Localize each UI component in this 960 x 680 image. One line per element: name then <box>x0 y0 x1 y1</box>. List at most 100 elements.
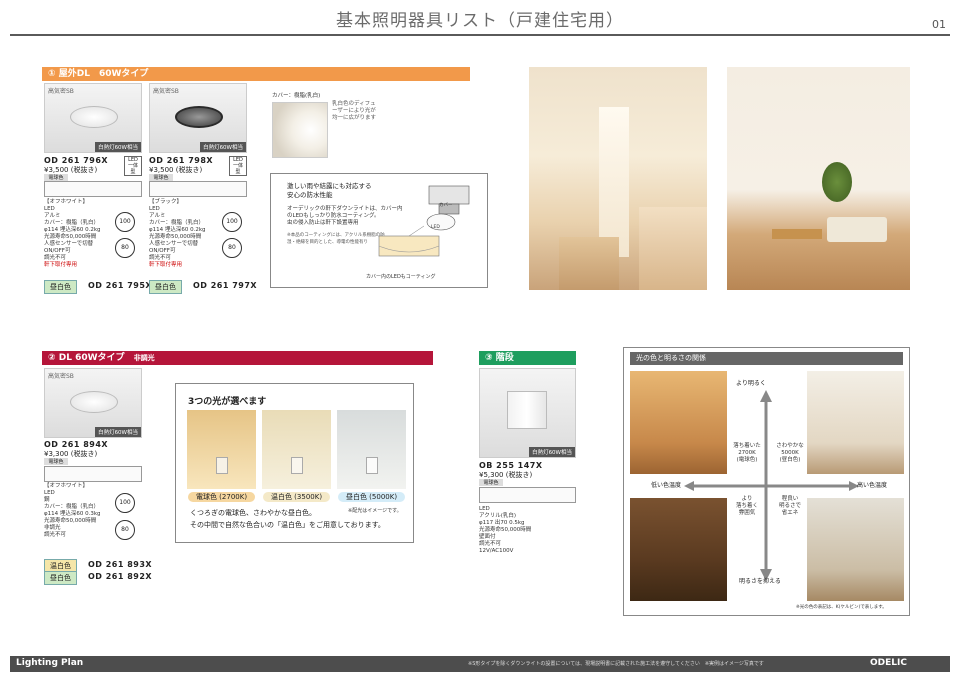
color-relation-box: 光の色と明るさの関係 より明るく 明るさを抑える 低い色温度 高い色温度 落ち着… <box>623 347 910 616</box>
spec-list: LED アルミ カバー：樹脂（乳白） φ114 埋込深60 0.2kg 光源寿命… <box>44 206 110 269</box>
spec-item: 壁面付 <box>479 534 496 540</box>
product-tag: 高気密SB <box>48 88 74 95</box>
spec-list: LED 鋼 カバー：樹脂（乳白） φ114 埋込深60 0.3kg 光源寿命50… <box>44 490 110 539</box>
product-image-od261798x: 高気密SB 白熱灯60W相当 <box>149 83 247 153</box>
low-warm-label: より 落ち着く 雰囲気 <box>735 496 758 516</box>
hallway-photo <box>529 67 707 290</box>
waterproof-feature-box: 激しい雨や結露にも対応する 安心の防水性能 オーデリックの軒下ダウンライトは、カ… <box>270 173 488 288</box>
section3-header: ③ 階段 <box>479 351 576 365</box>
spec-item: φ114 埋込深60 0.2kg <box>149 227 206 233</box>
sofa <box>827 217 887 242</box>
spec-item: LED <box>44 490 55 496</box>
title-divider <box>10 34 950 36</box>
cover-note: 乳白色のディフューザーにより光が均一に広がります <box>332 101 377 121</box>
spec-item: アルミ <box>44 213 61 219</box>
variant-chip: 電球色 <box>479 479 503 486</box>
variant-chip: 電球色 <box>149 174 173 181</box>
spec-item: 光源寿命50,000時間 <box>44 518 97 524</box>
product-foot: 白熱灯60W相当 <box>200 142 246 152</box>
spec-table <box>479 487 576 503</box>
spec-item: LED <box>479 506 490 512</box>
spec-item: φ117 出70 0.5kg <box>479 520 525 526</box>
product-code: OD 261 798X <box>149 156 214 165</box>
ip-rating-icon: 100 <box>115 493 135 513</box>
photo-warm-dim <box>630 498 727 601</box>
product-finish: 【ブラック】 <box>149 199 183 205</box>
horizontal-arrow-icon <box>684 481 859 491</box>
cool-swatch <box>337 410 406 489</box>
spec-item: 光源寿命50,000時間 <box>149 234 202 240</box>
product-tag: 高気密SB <box>153 88 179 95</box>
spec-list: LED アルミ カバー：樹脂（乳白） φ114 埋込深60 0.2kg 光源寿命… <box>149 206 215 269</box>
living-room-photo <box>727 67 910 290</box>
three-lights-text2: その中間で自然な色合いの「温白色」をご用意しております。 <box>190 521 385 529</box>
variant-label: 昼白色 <box>44 280 77 294</box>
spec-item: 調光不可 <box>44 532 67 538</box>
footer-note: ※S形タイプを除くダウンライトの設置については、現場説明書に記載された施工法を遵… <box>468 661 764 667</box>
photo-cool-bright <box>807 371 904 474</box>
photo-warm-bright <box>630 371 727 474</box>
cover-label: カバー：樹脂(乳白) <box>272 93 321 99</box>
diagram-label-led: LED <box>431 225 440 230</box>
beam-angle-icon: 80 <box>115 238 135 258</box>
product-code: OD 261 796X <box>44 156 109 165</box>
spec-item: カバー：樹脂（乳白） <box>44 504 100 510</box>
axis-right-label: 高い色温度 <box>857 482 888 489</box>
variant-label: 昼白色 <box>44 571 77 585</box>
chip-2700k: 電球色 (2700K) <box>188 492 255 502</box>
downlight-diagram-icon <box>378 185 470 257</box>
color-relation-note: ※光の色の表記は、K(ケルビン)で表します。 <box>796 605 887 610</box>
section2-title: ② DL 60Wタイプ <box>48 353 125 363</box>
spec-item: 調光不可 <box>44 255 67 261</box>
floor <box>559 237 619 290</box>
product-foot: 白熱灯60W相当 <box>529 447 575 457</box>
variant-label: 昼白色 <box>149 280 182 294</box>
spec-item: ON/OFF可 <box>44 248 71 254</box>
switch-icon <box>216 457 228 474</box>
variant-code: OD 261 795X <box>88 281 153 290</box>
footer-logo-left: Lighting Plan <box>16 658 84 668</box>
product-image-ob255147x: 白熱灯60W相当 <box>479 368 576 458</box>
axis-bottom-label: 明るさを抑える <box>739 578 781 585</box>
spec-item: 人感センサーで切替 <box>149 241 199 247</box>
section1-header: ① 屋外DL 60Wタイプ <box>42 67 470 81</box>
ip-rating-icon: 100 <box>222 212 242 232</box>
chip-3500k: 温白色 (3500K) <box>263 492 330 502</box>
wall-light-icon <box>507 391 547 429</box>
feature-title: 激しい雨や結露にも対応する 安心の防水性能 <box>287 182 372 199</box>
spec-item: φ114 埋込深60 0.2kg <box>44 227 101 233</box>
coffee-table <box>772 229 822 239</box>
shoe-cabinet <box>639 207 707 290</box>
footer-bar: Lighting Plan ※S形タイプを除くダウンライトの設置については、現場… <box>10 656 950 672</box>
page-number: 01 <box>932 18 946 31</box>
product-finish: 【オフホワイト】 <box>44 199 89 205</box>
photo-cool-dim <box>807 498 904 601</box>
spec-item: φ114 埋込深60 0.3kg <box>44 511 101 517</box>
three-lights-box: 3つの光が選べます 電球色 (2700K) 温白色 (3500K) 昼白色 (5… <box>175 383 414 543</box>
plant <box>822 162 852 202</box>
spec-item: LED <box>44 206 55 212</box>
section2-subtitle: 非調光 <box>133 354 155 362</box>
product-finish: 【オフホワイト】 <box>44 483 89 489</box>
hallway-door <box>599 107 629 257</box>
variant-code: OD 261 892X <box>88 572 153 581</box>
warning-text: 軒下取付専用 <box>44 262 78 268</box>
product-tag: 高気密SB <box>48 373 74 380</box>
product-foot: 白熱灯60W相当 <box>95 427 141 437</box>
variant-code: OD 261 893X <box>88 560 153 569</box>
spec-table <box>44 181 142 197</box>
product-image-od261796x: 高気密SB 白熱灯60W相当 <box>44 83 142 153</box>
spec-item: ON/OFF可 <box>149 248 176 254</box>
product-image-od261894x: 高気密SB 白熱灯60W相当 <box>44 368 142 438</box>
variant-code: OD 261 797X <box>193 281 258 290</box>
spec-item: 鋼 <box>44 497 50 503</box>
three-lights-text1: くつろぎの電球色、さわやかな昼白色。 <box>190 509 316 517</box>
variant-chip: 電球色 <box>44 458 68 465</box>
spec-list: LED アクリル(乳白) φ117 出70 0.5kg 光源寿命50,000時間… <box>479 506 559 555</box>
spec-item: 光源寿命50,000時間 <box>479 527 532 533</box>
mid-swatch <box>262 410 331 489</box>
warm-swatch <box>187 410 256 489</box>
spec-item: 12V/AC100V <box>479 548 514 554</box>
spec-item: アルミ <box>149 213 166 219</box>
color-relation-title: 光の色と明るさの関係 <box>630 352 903 365</box>
